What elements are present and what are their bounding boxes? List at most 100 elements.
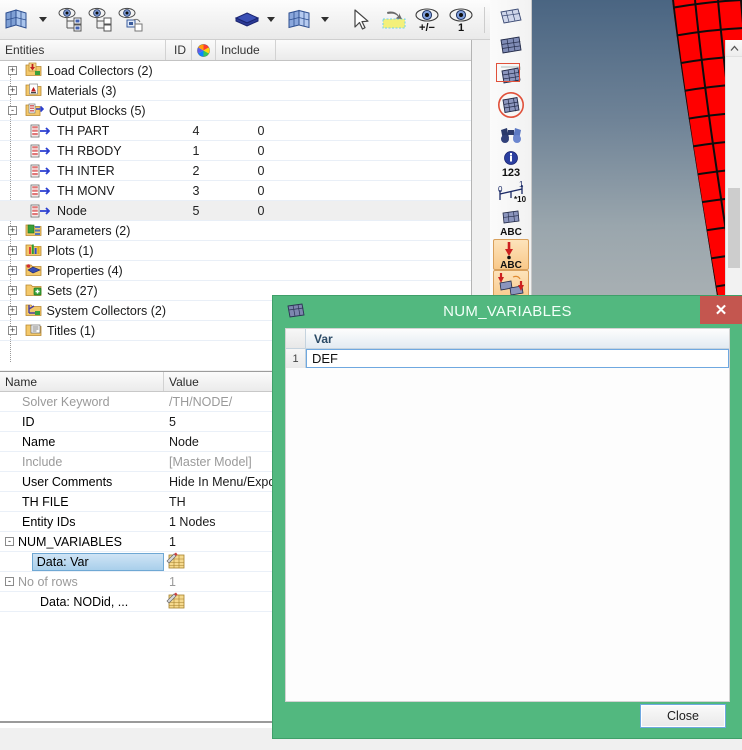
mesh-circle-icon[interactable]	[493, 91, 529, 121]
3d-viewport[interactable]	[532, 0, 742, 302]
collapse-icon[interactable]: -	[5, 537, 14, 546]
tree-row-materials[interactable]: + Materials (3)	[0, 81, 471, 101]
visualization-mode-icon[interactable]	[284, 3, 316, 37]
chevron-down-icon[interactable]	[39, 17, 47, 22]
display-none-icon[interactable]	[86, 3, 116, 37]
scroll-up-icon[interactable]	[726, 40, 742, 57]
output-block-icon	[30, 124, 50, 138]
close-icon[interactable]: ✕	[700, 296, 742, 324]
mesh-solid-icon[interactable]	[493, 32, 529, 62]
svg-text:1: 1	[458, 22, 464, 34]
grid-column-var[interactable]: Var	[306, 329, 729, 348]
display-reverse-icon[interactable]	[116, 3, 148, 37]
property-column-value[interactable]: Value	[164, 372, 272, 391]
tree-column-id[interactable]: ID	[166, 40, 192, 60]
tree-column-entities[interactable]: Entities	[0, 40, 166, 60]
tree-row-plots[interactable]: + Plots (1)	[0, 241, 471, 261]
mesh-boundary-icon[interactable]	[493, 61, 529, 91]
mesh-abc-icon[interactable]: ABC	[493, 209, 529, 239]
tree-row-include: 0	[257, 143, 265, 158]
svg-text:ABC: ABC	[500, 227, 522, 238]
property-row-name[interactable]: Name Node	[0, 432, 272, 452]
node-abc-icon[interactable]: ABC	[492, 239, 529, 270]
color-wheel-icon[interactable]	[192, 40, 216, 60]
binoculars-icon[interactable]	[493, 120, 529, 150]
expander-icon[interactable]: +	[8, 326, 17, 335]
tree-item-label: Parameters (2)	[47, 223, 131, 238]
grid-row-number: 1	[286, 349, 306, 368]
expander-icon[interactable]: -	[8, 106, 17, 115]
highlight-entity-icon[interactable]	[378, 3, 410, 37]
chevron-down-icon-3[interactable]	[321, 17, 329, 22]
property-name: No of rows	[18, 574, 78, 589]
tree-item-label: TH RBODY	[57, 143, 122, 158]
folder-system-collectors-icon	[25, 302, 42, 320]
expander-icon[interactable]: +	[8, 266, 17, 275]
table-editor-icon[interactable]	[166, 592, 185, 612]
expander-icon[interactable]: +	[8, 66, 17, 75]
expander-icon[interactable]: +	[8, 86, 17, 95]
expander-icon[interactable]: +	[7, 306, 17, 315]
property-row-no-of-rows[interactable]: - No of rows 1	[0, 572, 272, 592]
tree-row-node[interactable]: Node 5 0	[0, 201, 471, 221]
tree-item-label: TH PART	[57, 123, 110, 138]
show-hide-plusminus-icon[interactable]: +/−	[410, 3, 444, 37]
info-123-icon[interactable]: 123	[493, 150, 529, 180]
tree-row-output-blocks[interactable]: - Output Blocks (5)	[0, 101, 471, 121]
dialog-title-bar[interactable]: NUM_VARIABLES ✕	[273, 296, 742, 326]
tree-row-load-collectors[interactable]: + Load Collectors (2)	[0, 61, 471, 81]
property-row-th-file[interactable]: TH FILE TH	[0, 492, 272, 512]
scrollbar-thumb[interactable]	[728, 188, 740, 268]
tree-row-th-part[interactable]: TH PART 4 0	[0, 121, 471, 141]
shaded-elements-icon[interactable]	[232, 3, 262, 37]
grid-cell-var[interactable]: DEF	[306, 349, 729, 368]
folder-output-blocks-icon	[25, 102, 45, 120]
property-value	[164, 552, 272, 572]
tree-row-th-rbody[interactable]: TH RBODY 1 0	[0, 141, 471, 161]
expander-icon[interactable]: +	[8, 246, 17, 255]
property-row-include[interactable]: Include [Master Model]	[0, 452, 272, 472]
property-value	[164, 592, 272, 612]
display-all-icon[interactable]	[56, 3, 86, 37]
tree-row-properties[interactable]: + Properties (4)	[0, 261, 471, 281]
mesh-panels-icon[interactable]	[0, 3, 34, 37]
collapse-icon[interactable]: -	[5, 577, 14, 586]
status-bar	[0, 728, 273, 750]
tree-column-include[interactable]: Include	[216, 40, 276, 60]
main-toolbar: +/− 1	[0, 0, 490, 40]
folder-materials-icon	[25, 82, 42, 100]
table-editor-icon[interactable]	[166, 552, 185, 572]
property-row-solver-keyword[interactable]: Solver Keyword /TH/NODE/	[0, 392, 272, 412]
property-column-name[interactable]: Name	[0, 372, 164, 391]
property-value: 1	[169, 534, 176, 549]
expander-icon[interactable]: +	[8, 286, 17, 295]
expander-icon[interactable]: +	[8, 226, 17, 235]
tree-row-th-inter[interactable]: TH INTER 2 0	[0, 161, 471, 181]
tree-row-id: 2	[192, 163, 200, 178]
tree-row-id: 5	[192, 203, 200, 218]
isolate-one-icon[interactable]: 1	[444, 3, 478, 37]
pointer-cursor-icon[interactable]	[344, 3, 378, 37]
property-row-id[interactable]: ID 5	[0, 412, 272, 432]
property-row-data-nodid[interactable]: Data: NODid, ...	[0, 592, 272, 612]
property-row-user-comments[interactable]: User Comments Hide In Menu/Expo	[0, 472, 272, 492]
tree-row-th-monv[interactable]: TH MONV 3 0	[0, 181, 471, 201]
property-row-data-var[interactable]: Data: Var	[0, 552, 272, 572]
tree-row-include: 0	[257, 163, 265, 178]
mesh-shrink-icon[interactable]	[493, 2, 529, 32]
grid-row[interactable]: 1 DEF	[286, 349, 729, 368]
property-value: 1 Nodes	[169, 514, 216, 529]
data-var-cell[interactable]: Data: Var	[31, 552, 164, 571]
output-block-icon	[30, 204, 50, 218]
fe-mesh	[672, 0, 742, 302]
chevron-down-icon-2[interactable]	[267, 17, 275, 22]
measure-scale-icon[interactable]: 0 1 *10	[493, 180, 529, 210]
tree-row-id: 3	[192, 183, 200, 198]
property-name: Data: Var	[36, 554, 89, 569]
dialog-content: Var 1 DEF	[285, 328, 730, 702]
tree-row-include: 0	[257, 203, 265, 218]
close-button[interactable]: Close	[640, 704, 726, 728]
tree-row-parameters[interactable]: + Parameters (2)	[0, 221, 471, 241]
property-row-entity-ids[interactable]: Entity IDs 1 Nodes	[0, 512, 272, 532]
property-row-num-variables[interactable]: - NUM_VARIABLES 1	[0, 532, 272, 552]
